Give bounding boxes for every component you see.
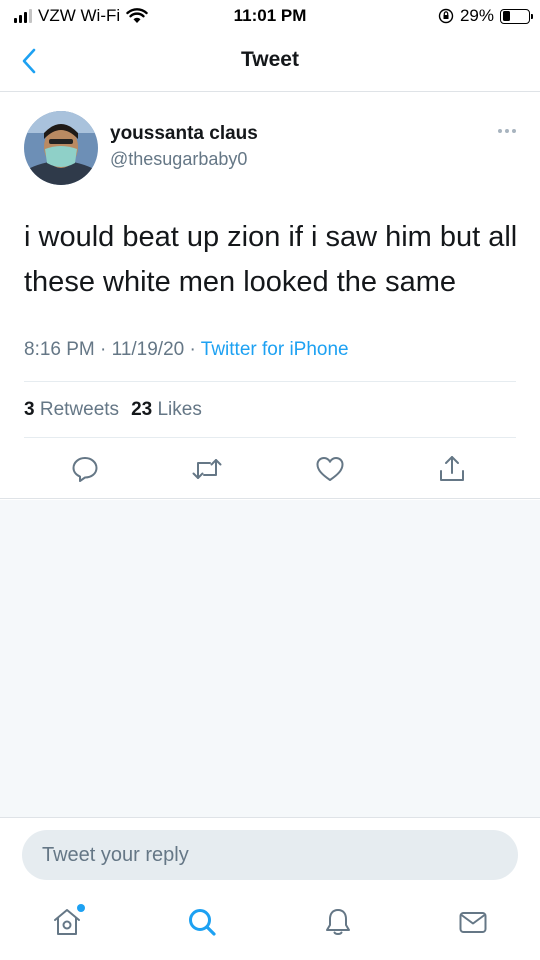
tab-messages[interactable]: [451, 900, 495, 944]
likes-label: Likes: [157, 399, 202, 420]
tweet-actions: [0, 449, 540, 489]
tweet-text: i would beat up zion if i saw him but al…: [24, 221, 518, 298]
battery-group: 29%: [438, 6, 533, 26]
tab-notifications[interactable]: [316, 900, 360, 944]
likes-stat[interactable]: 23 Likes: [131, 399, 202, 421]
more-options-button[interactable]: [498, 129, 516, 133]
heart-icon: [316, 457, 344, 481]
divider: [24, 381, 516, 382]
tab-bar: [0, 880, 540, 960]
meta-separator: ·: [189, 339, 196, 360]
author-name[interactable]: youssanta claus: [110, 123, 258, 145]
likes-count: 23: [131, 399, 153, 420]
retweets-count: 3: [24, 399, 35, 420]
reply-bar: [0, 817, 540, 880]
meta-separator: ·: [100, 339, 107, 360]
reply-button[interactable]: [65, 449, 105, 489]
tab-search[interactable]: [180, 900, 224, 944]
notification-dot-icon: [77, 904, 85, 912]
tweet-time: 8:16 PM: [24, 339, 95, 360]
reply-icon: [72, 457, 98, 482]
retweet-button[interactable]: [187, 449, 227, 489]
tweet-source-link[interactable]: Twitter for iPhone: [201, 339, 349, 360]
divider: [24, 437, 516, 438]
battery-icon: [500, 8, 533, 24]
tweet-detail: youssanta claus @thesugarbaby0 i would b…: [0, 93, 540, 499]
retweets-label: Retweets: [39, 399, 120, 420]
replies-area: [0, 500, 540, 817]
status-bar: VZW Wi-Fi 11:01 PM 29%: [0, 0, 540, 32]
like-button[interactable]: [310, 449, 350, 489]
avatar-image: [24, 111, 98, 185]
avatar[interactable]: [24, 111, 98, 185]
retweets-stat[interactable]: 3 Retweets: [24, 399, 119, 421]
orientation-lock-icon: [438, 8, 454, 24]
reply-input[interactable]: [22, 830, 518, 880]
tab-home[interactable]: [45, 900, 89, 944]
page-title: Tweet: [241, 48, 299, 71]
share-icon: [440, 456, 464, 481]
envelope-icon: [459, 912, 487, 933]
author-handle[interactable]: @thesugarbaby0: [110, 149, 247, 170]
more-dot-icon: [505, 129, 509, 133]
navigation-bar: Tweet: [0, 32, 540, 92]
search-icon: [189, 909, 216, 936]
more-dot-icon: [498, 129, 502, 133]
retweet-icon: [192, 459, 222, 479]
tweet-meta: 8:16 PM · 11/19/20 · Twitter for iPhone: [24, 339, 349, 361]
share-button[interactable]: [432, 449, 472, 489]
battery-percent: 29%: [459, 6, 494, 25]
tweet-date: 11/19/20: [111, 339, 185, 360]
more-dot-icon: [512, 129, 516, 133]
bell-icon: [326, 909, 350, 935]
tweet-stats: 3 Retweets 23 Likes: [24, 399, 202, 421]
